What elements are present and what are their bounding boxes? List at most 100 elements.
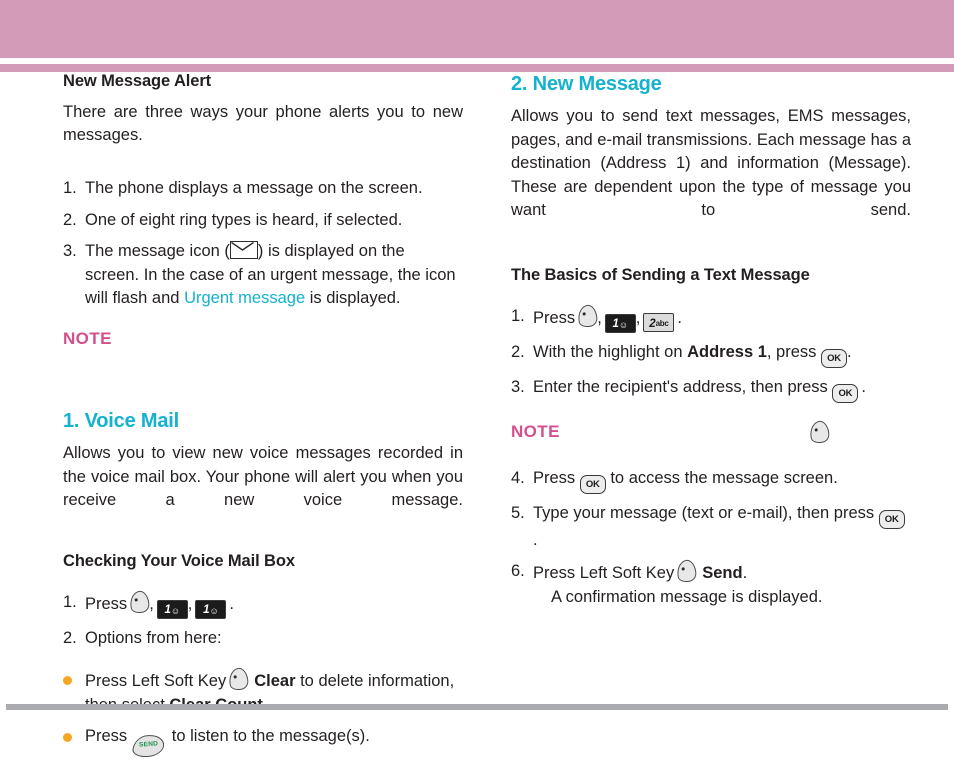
alert-step-3-text: The message icon ( ) is displayed on the… xyxy=(85,240,463,311)
key-1-icon[interactable]: 1☺ xyxy=(604,313,636,333)
checking-voice-mail-subheading: Checking Your Voice Mail Box xyxy=(63,552,295,571)
bullet-2-prefix: Press xyxy=(85,727,128,746)
left-column: New Message Alert There are three ways y… xyxy=(63,72,463,765)
basics-step-1-sep-2: , xyxy=(635,308,641,327)
right-column: 2. New Message Allows you to send text m… xyxy=(511,72,911,617)
send-key-icon[interactable]: SEND xyxy=(131,734,166,759)
basics-step-5-suffix: . xyxy=(533,530,538,549)
basics-step-6-prefix: Press Left Soft Key xyxy=(533,564,675,583)
bullet-dot-icon xyxy=(63,668,85,717)
envelope-icon xyxy=(229,241,258,260)
basics-step-4-prefix: Press xyxy=(533,468,580,487)
voicemail-bullet-1-text: Press Left Soft Key Clear to delete infor… xyxy=(85,667,463,717)
urgent-message-highlight: Urgent message xyxy=(184,289,306,308)
basics-step-3: 3. Enter the recipient's address, then p… xyxy=(511,376,911,403)
send-key-label: SEND xyxy=(138,740,159,750)
voicemail-bullet-1: Press Left Soft Key Clear to delete infor… xyxy=(63,667,463,717)
key-1-icon[interactable]: 1☺ xyxy=(156,599,188,619)
header-color-band xyxy=(0,0,954,58)
send-bold-label: Send xyxy=(702,564,743,583)
voice-mail-heading: 1. Voice Mail xyxy=(63,410,179,433)
basics-step-5-text: Type your message (text or e-mail), then… xyxy=(533,502,911,553)
ok-key-label: OK xyxy=(838,387,853,399)
new-message-intro: Allows you to send text messages, EMS me… xyxy=(511,107,911,219)
new-message-heading: 2. New Message xyxy=(511,73,662,95)
header-divider-rule xyxy=(0,64,954,72)
alert-step-3-part1: The message icon ( xyxy=(85,242,230,261)
soft-key-icon[interactable] xyxy=(227,667,250,692)
basics-step-5: 5. Type your message (text or e-mail), t… xyxy=(511,502,911,553)
ok-key-label: OK xyxy=(827,352,841,364)
key-1-icon-2[interactable]: 1☺ xyxy=(195,599,227,619)
bullet-1-bold-clear: Clear xyxy=(254,672,296,691)
voicemail-step-1-sep-2: , xyxy=(187,594,193,613)
soft-key-icon[interactable] xyxy=(808,419,831,445)
note-label-left: NOTE xyxy=(63,328,112,348)
note-label-right: NOTE xyxy=(511,421,560,441)
basics-step-5-prefix: Type your message (text or e-mail), then… xyxy=(533,503,879,522)
voicemail-step-1-number: 1. xyxy=(63,592,77,611)
basics-step-2-text: With the highlight on Address 1, press O… xyxy=(533,341,911,368)
key-2-sup: abc xyxy=(655,318,669,328)
basics-step-3-suffix: . xyxy=(861,377,866,396)
alert-step-3-part3: is displayed. xyxy=(305,289,401,308)
voicemail-step-1-suffix: . xyxy=(229,594,234,613)
basics-step-1-sep-1: , xyxy=(597,308,602,327)
address-1-bold: Address 1 xyxy=(687,342,767,361)
soft-key-icon[interactable] xyxy=(576,303,599,329)
voicemail-step-1-sep-1: , xyxy=(149,594,154,613)
alert-step-3: 3. The message icon ( ) is displayed on … xyxy=(63,240,463,311)
basics-step-4-suffix: to access the message screen. xyxy=(605,468,838,487)
alert-step-2-text: One of eight ring types is heard, if sel… xyxy=(85,210,403,229)
basics-step-6-number: 6. xyxy=(511,562,525,581)
basics-step-6-text: Press Left Soft Key Send. A confirmation m… xyxy=(533,559,911,609)
bullet-2-suffix: to listen to the message(s). xyxy=(167,727,370,746)
basics-step-2-suffix: . xyxy=(847,342,852,361)
alert-step-1-text: The phone displays a message on the scre… xyxy=(85,179,423,198)
basics-step-6: 6. Press Left Soft Key Send. A confirmatio… xyxy=(511,559,911,609)
alert-step-1: 1. The phone displays a message on the s… xyxy=(63,177,463,201)
basics-step-3-number: 3. xyxy=(511,377,525,396)
basics-step-1: 1. Press, 1☺, 2abc. xyxy=(511,303,911,333)
new-message-alert-intro: There are three ways your phone alerts y… xyxy=(63,102,463,145)
ok-key-icon[interactable]: OK xyxy=(821,348,847,368)
footer-divider-rule xyxy=(6,704,948,710)
bullet-dot-icon xyxy=(63,725,85,757)
voicemail-bullet-2: Press SEND to listen to the message(s). xyxy=(63,725,463,759)
voicemail-step-2-text: Options from here: xyxy=(85,628,222,647)
key-2-icon[interactable]: 2abc xyxy=(643,312,675,332)
alert-step-1-number: 1. xyxy=(63,179,77,198)
basics-step-2-prefix: With the highlight on xyxy=(533,342,688,361)
soft-key-icon[interactable] xyxy=(675,559,698,584)
basics-step-4-number: 4. xyxy=(511,468,525,487)
basics-subheading: The Basics of Sending a Text Message xyxy=(511,266,810,284)
alert-step-2: 2. One of eight ring types is heard, if … xyxy=(63,209,463,233)
basics-step-6-sub: A confirmation message is displayed. xyxy=(551,587,823,606)
voicemail-step-1: 1. Press, 1☺, 1☺. xyxy=(63,589,463,619)
voicemail-step-2-number: 2. xyxy=(63,628,77,647)
basics-step-1-suffix: . xyxy=(677,308,682,327)
alert-step-3-number: 3. xyxy=(63,242,77,261)
voicemail-step-2: 2. Options from here: xyxy=(63,627,463,651)
basics-step-4-text: Press OK to access the message screen. xyxy=(533,467,911,494)
alert-step-2-number: 2. xyxy=(63,210,77,229)
voicemail-step-1-text: Press, 1☺, 1☺. xyxy=(85,589,463,619)
ok-key-icon[interactable]: OK xyxy=(579,474,606,494)
basics-step-3-prefix: Enter the recipient's address, then pres… xyxy=(533,377,833,396)
new-message-alert-heading: New Message Alert xyxy=(63,72,212,90)
ok-key-icon[interactable]: OK xyxy=(832,383,859,403)
basics-step-3-text: Enter the recipient's address, then pres… xyxy=(533,376,911,403)
note-row-right: NOTE xyxy=(511,419,911,445)
bullet-1-prefix: Press Left Soft Key xyxy=(85,672,227,691)
basics-step-1-text: Press, 1☺, 2abc. xyxy=(533,303,911,333)
ok-key-icon[interactable]: OK xyxy=(878,509,905,529)
basics-step-1-number: 1. xyxy=(511,306,525,325)
ok-key-label: OK xyxy=(884,513,899,525)
basics-step-2: 2. With the highlight on Address 1, pres… xyxy=(511,341,911,368)
ok-key-label: OK xyxy=(585,478,600,490)
page-content: New Message Alert There are three ways y… xyxy=(0,72,954,759)
basics-step-5-number: 5. xyxy=(511,503,525,522)
basics-step-4: 4. Press OK to access the message screen… xyxy=(511,467,911,494)
soft-key-icon[interactable] xyxy=(128,589,151,615)
voice-mail-intro: Allows you to view new voice messages re… xyxy=(63,444,463,510)
